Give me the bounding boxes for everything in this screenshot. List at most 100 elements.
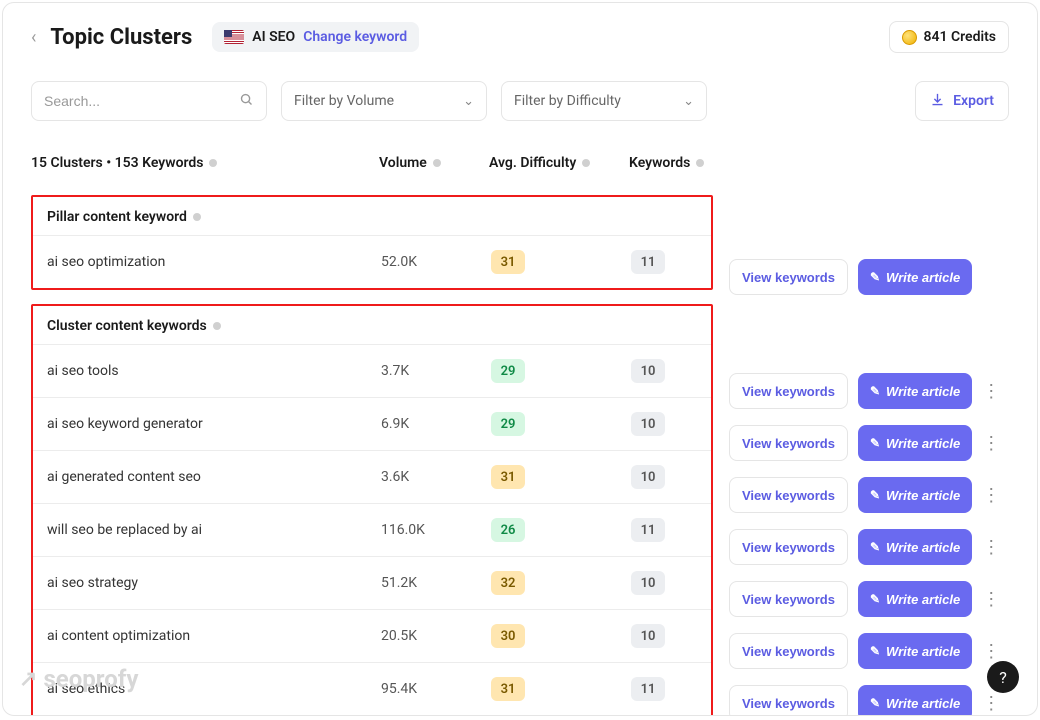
difficulty-cell: 26 [491, 518, 631, 542]
difficulty-cell: 31 [491, 465, 631, 489]
filter-volume[interactable]: Filter by Volume ⌄ [281, 81, 487, 121]
pillar-section-title: Pillar content keyword [33, 197, 711, 236]
kebab-menu-icon[interactable]: ⋮ [982, 485, 996, 506]
view-keywords-button[interactable]: View keywords [729, 633, 848, 669]
table-row: ai generated content seo3.6K3110 [33, 451, 711, 504]
chevron-down-icon: ⌄ [463, 94, 474, 109]
keywords-count-badge: 11 [631, 677, 665, 701]
view-keywords-button[interactable]: View keywords [729, 259, 848, 295]
download-icon [930, 92, 945, 111]
help-fab[interactable]: ? [987, 661, 1019, 693]
action-row: View keywords ✎Write article ⋮ [729, 677, 1017, 716]
difficulty-badge: 29 [491, 359, 525, 383]
write-article-button[interactable]: ✎Write article [858, 425, 972, 461]
keywords-count-badge: 10 [631, 624, 665, 648]
view-keywords-button[interactable]: View keywords [729, 581, 848, 617]
write-article-button[interactable]: ✎Write article [858, 633, 972, 669]
pencil-icon: ✎ [870, 644, 880, 658]
table-row: ai content optimization20.5K3010 [33, 610, 711, 663]
keyword-cell: ai seo ethics [47, 681, 381, 697]
kebab-menu-icon[interactable]: ⋮ [982, 693, 996, 714]
volume-cell: 3.6K [381, 469, 491, 485]
filter-difficulty[interactable]: Filter by Difficulty ⌄ [501, 81, 707, 121]
pencil-icon: ✎ [870, 592, 880, 606]
column-summary: 15 Clusters • 153 Keywords [31, 155, 379, 171]
pencil-icon: ✎ [870, 384, 880, 398]
write-article-button[interactable]: ✎Write article [858, 259, 972, 295]
write-article-button[interactable]: ✎Write article [858, 529, 972, 565]
back-chevron-icon[interactable]: ‹ [31, 27, 36, 48]
pencil-icon: ✎ [870, 540, 880, 554]
keywords-count-badge: 10 [631, 465, 665, 489]
write-article-button[interactable]: ✎Write article [858, 685, 972, 716]
search-input-wrapper[interactable] [31, 81, 267, 121]
search-icon [239, 92, 254, 111]
table-row: ai seo strategy51.2K3210 [33, 557, 711, 610]
keyword-cell: will seo be replaced by ai [47, 522, 381, 538]
view-keywords-button[interactable]: View keywords [729, 425, 848, 461]
kebab-menu-icon[interactable]: ⋮ [982, 433, 996, 454]
column-keywords: Keywords [629, 155, 731, 171]
pencil-icon: ✎ [870, 488, 880, 502]
keyword-cell: ai seo tools [47, 363, 381, 379]
keywords-count-cell: 10 [631, 571, 697, 595]
table-row: ai seo ethics95.4K3111 [33, 663, 711, 715]
difficulty-cell: 29 [491, 412, 631, 436]
action-row: View keywords ✎Write article [729, 251, 1017, 303]
filter-volume-label: Filter by Volume [294, 93, 394, 109]
keywords-count-cell: 10 [631, 465, 697, 489]
kebab-menu-icon[interactable]: ⋮ [982, 537, 996, 558]
page-title: Topic Clusters [50, 25, 192, 50]
info-icon [213, 322, 221, 330]
difficulty-badge: 30 [491, 624, 525, 648]
table-row: will seo be replaced by ai116.0K2611 [33, 504, 711, 557]
view-keywords-button[interactable]: View keywords [729, 529, 848, 565]
view-keywords-button[interactable]: View keywords [729, 477, 848, 513]
difficulty-cell: 31 [491, 677, 631, 701]
difficulty-badge: 32 [491, 571, 525, 595]
kebab-menu-icon[interactable]: ⋮ [982, 589, 996, 610]
table-row: ai seo tools3.7K2910 [33, 345, 711, 398]
difficulty-badge: 26 [491, 518, 525, 542]
info-icon [209, 159, 217, 167]
keywords-count-cell: 10 [631, 412, 697, 436]
table-row: ai seo optimization 52.0K 31 11 [33, 236, 711, 288]
table-row: ai seo keyword generator6.9K2910 [33, 398, 711, 451]
write-article-button[interactable]: ✎Write article [858, 581, 972, 617]
action-row: View keywords ✎Write article ⋮ [729, 521, 1017, 573]
write-article-button[interactable]: ✎Write article [858, 477, 972, 513]
filter-difficulty-label: Filter by Difficulty [514, 93, 621, 109]
keywords-count-cell: 10 [631, 624, 697, 648]
keyword-cell: ai seo strategy [47, 575, 381, 591]
search-input[interactable] [44, 93, 239, 109]
credits-value: 841 Credits [924, 29, 997, 45]
change-keyword-link[interactable]: Change keyword [303, 29, 407, 45]
pencil-icon: ✎ [870, 436, 880, 450]
difficulty-cell: 31 [491, 250, 631, 274]
keywords-count-cell: 11 [631, 518, 697, 542]
export-button[interactable]: Export [915, 81, 1009, 121]
view-keywords-button[interactable]: View keywords [729, 373, 848, 409]
keywords-count-badge: 11 [631, 518, 665, 542]
difficulty-cell: 29 [491, 359, 631, 383]
action-row: View keywords ✎Write article ⋮ [729, 573, 1017, 625]
info-icon [696, 159, 704, 167]
keyword-cell: ai content optimization [47, 628, 381, 644]
export-label: Export [953, 93, 994, 109]
keyword-cell: ai seo optimization [47, 254, 381, 270]
coin-icon [902, 30, 917, 45]
info-icon [582, 159, 590, 167]
keywords-count-cell: 10 [631, 359, 697, 383]
chevron-down-icon: ⌄ [683, 94, 694, 109]
difficulty-badge: 31 [491, 250, 525, 274]
info-icon [193, 213, 201, 221]
pillar-highlight: Pillar content keyword ai seo optimizati… [31, 195, 713, 290]
volume-cell: 95.4K [381, 681, 491, 697]
view-keywords-button[interactable]: View keywords [729, 685, 848, 716]
difficulty-cell: 30 [491, 624, 631, 648]
keywords-count-badge: 10 [631, 359, 665, 383]
action-row: View keywords ✎Write article ⋮ [729, 625, 1017, 677]
kebab-menu-icon[interactable]: ⋮ [982, 381, 996, 402]
write-article-button[interactable]: ✎Write article [858, 373, 972, 409]
kebab-menu-icon[interactable]: ⋮ [982, 641, 996, 662]
